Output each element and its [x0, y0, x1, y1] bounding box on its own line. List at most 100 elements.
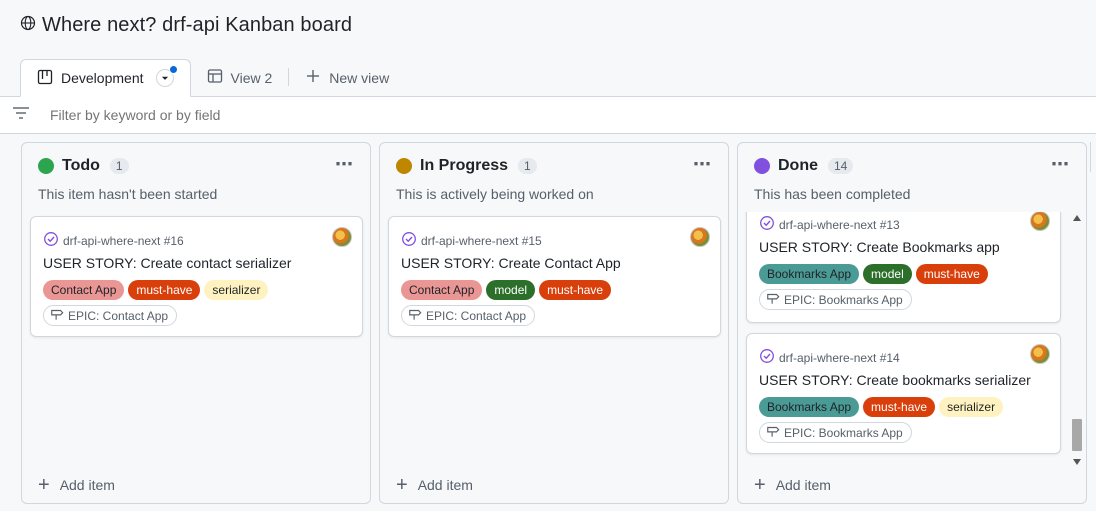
status-dot-icon	[396, 158, 412, 174]
assignee-avatar[interactable]	[690, 227, 710, 247]
column-count: 1	[518, 158, 537, 174]
label-pill[interactable]: model	[486, 280, 536, 300]
label-pill[interactable]: must-have	[128, 280, 201, 300]
column-description: This item hasn't been started	[38, 186, 218, 202]
title-row: Where next? drf-api Kanban board	[20, 14, 352, 37]
column-header: Todo 1	[38, 157, 129, 175]
add-item-button[interactable]: + Add item	[396, 474, 473, 496]
epic-label: EPIC: Bookmarks App	[784, 425, 903, 440]
card-list-viewport: drf-api-where-next #13 USER STORY: Creat…	[738, 212, 1073, 464]
board-icon	[37, 69, 53, 88]
column-header: In Progress 1	[396, 157, 537, 175]
label-pill[interactable]: must-have	[539, 280, 612, 300]
scroll-down-arrow-icon[interactable]	[1073, 459, 1081, 465]
plus-icon: +	[38, 474, 50, 496]
add-item-label: Add item	[59, 477, 115, 493]
label-pill[interactable]: Bookmarks App	[759, 264, 860, 284]
label-pill[interactable]: Contact App	[401, 280, 483, 300]
label-pill[interactable]: serializer	[204, 280, 269, 300]
card-labels: Bookmarks App model must-have	[759, 264, 988, 284]
card-repo-label: drf-api-where-next #15	[421, 233, 542, 248]
view-tabs: Development View 2 New view	[20, 59, 405, 97]
milestone-icon	[50, 307, 64, 324]
filter-bar	[0, 96, 1096, 134]
next-column-edge	[1090, 142, 1096, 172]
assignee-avatar[interactable]	[1030, 212, 1050, 231]
column-menu-button[interactable]: ⋯	[335, 155, 354, 173]
epic-link[interactable]: EPIC: Bookmarks App	[759, 422, 912, 443]
column-name: In Progress	[420, 157, 509, 174]
label-pill[interactable]: model	[863, 264, 912, 284]
assignee-avatar[interactable]	[332, 227, 352, 247]
epic-label: EPIC: Contact App	[68, 308, 169, 323]
card-repo: drf-api-where-next #16	[43, 231, 184, 250]
epic-link[interactable]: EPIC: Contact App	[401, 305, 536, 326]
card-labels: Bookmarks App must-have serializer	[759, 397, 1004, 417]
assignee-avatar[interactable]	[1030, 344, 1050, 364]
chevron-down-icon	[161, 76, 168, 80]
add-item-label: Add item	[417, 477, 473, 493]
label-pill[interactable]: Contact App	[43, 280, 125, 300]
column-description: This is actively being worked on	[396, 186, 594, 202]
milestone-icon	[766, 291, 780, 308]
card-title[interactable]: USER STORY: Create bookmarks serializer	[759, 372, 1031, 388]
milestone-icon	[766, 424, 780, 441]
plus-icon: +	[754, 474, 766, 496]
issue-closed-icon	[759, 348, 775, 367]
issue-closed-icon	[401, 231, 417, 250]
view-options-caret[interactable]	[155, 65, 178, 87]
tab-label: Development	[61, 70, 144, 86]
plus-icon: +	[396, 474, 408, 496]
epic-link[interactable]: EPIC: Bookmarks App	[759, 289, 912, 310]
plus-icon	[305, 68, 321, 87]
scroll-up-arrow-icon[interactable]	[1073, 215, 1081, 221]
new-view-button[interactable]: New view	[289, 59, 405, 96]
label-pill[interactable]: must-have	[915, 264, 988, 284]
column-description: This has been completed	[754, 186, 911, 202]
filter-input[interactable]	[50, 107, 450, 123]
globe-icon	[20, 15, 36, 36]
issue-closed-icon	[759, 215, 775, 234]
column-count: 14	[828, 158, 854, 174]
card-labels: Contact App must-have serializer	[43, 280, 269, 300]
unsaved-changes-dot	[168, 65, 178, 74]
column-done: Done 14 ⋯ This has been completed drf-ap…	[737, 142, 1087, 504]
issue-card[interactable]: drf-api-where-next #16 USER STORY: Creat…	[30, 216, 363, 337]
project-header: Where next? drf-api Kanban board Develop…	[0, 0, 1096, 97]
add-item-label: Add item	[775, 477, 831, 493]
issue-card[interactable]: drf-api-where-next #14 USER STORY: Creat…	[746, 333, 1061, 454]
card-repo-label: drf-api-where-next #14	[779, 350, 900, 365]
status-dot-icon	[38, 158, 54, 174]
column-name: Done	[778, 157, 818, 174]
add-item-button[interactable]: + Add item	[38, 474, 115, 496]
page-title: Where next? drf-api Kanban board	[42, 14, 353, 36]
column-name: Todo	[62, 157, 100, 174]
filter-icon	[0, 104, 30, 127]
column-count: 1	[109, 158, 129, 174]
card-title[interactable]: USER STORY: Create Contact App	[401, 255, 621, 271]
epic-label: EPIC: Bookmarks App	[784, 292, 903, 307]
card-repo: drf-api-where-next #14	[759, 348, 900, 367]
column-todo: Todo 1 ⋯ This item hasn't been started d…	[21, 142, 371, 504]
card-title[interactable]: USER STORY: Create Bookmarks app	[759, 239, 1000, 255]
column-header: Done 14	[754, 157, 854, 175]
label-pill[interactable]: must-have	[863, 397, 936, 417]
card-repo: drf-api-where-next #15	[401, 231, 542, 250]
column-scrollbar[interactable]	[1070, 215, 1084, 465]
column-menu-button[interactable]: ⋯	[1051, 155, 1070, 173]
card-repo-label: drf-api-where-next #13	[779, 217, 900, 232]
column-menu-button[interactable]: ⋯	[693, 155, 712, 173]
epic-label: EPIC: Contact App	[426, 308, 527, 323]
issue-card[interactable]: drf-api-where-next #13 USER STORY: Creat…	[746, 212, 1061, 323]
card-labels: Contact App model must-have	[401, 280, 612, 300]
tab-view-2[interactable]: View 2	[191, 59, 289, 96]
card-repo-label: drf-api-where-next #16	[63, 233, 184, 248]
scrollbar-thumb[interactable]	[1072, 419, 1082, 451]
tab-development[interactable]: Development	[20, 59, 191, 97]
issue-card[interactable]: drf-api-where-next #15 USER STORY: Creat…	[388, 216, 721, 337]
label-pill[interactable]: Bookmarks App	[759, 397, 860, 417]
label-pill[interactable]: serializer	[939, 397, 1004, 417]
epic-link[interactable]: EPIC: Contact App	[43, 305, 178, 326]
card-title[interactable]: USER STORY: Create contact serializer	[43, 255, 291, 271]
add-item-button[interactable]: + Add item	[754, 474, 831, 496]
